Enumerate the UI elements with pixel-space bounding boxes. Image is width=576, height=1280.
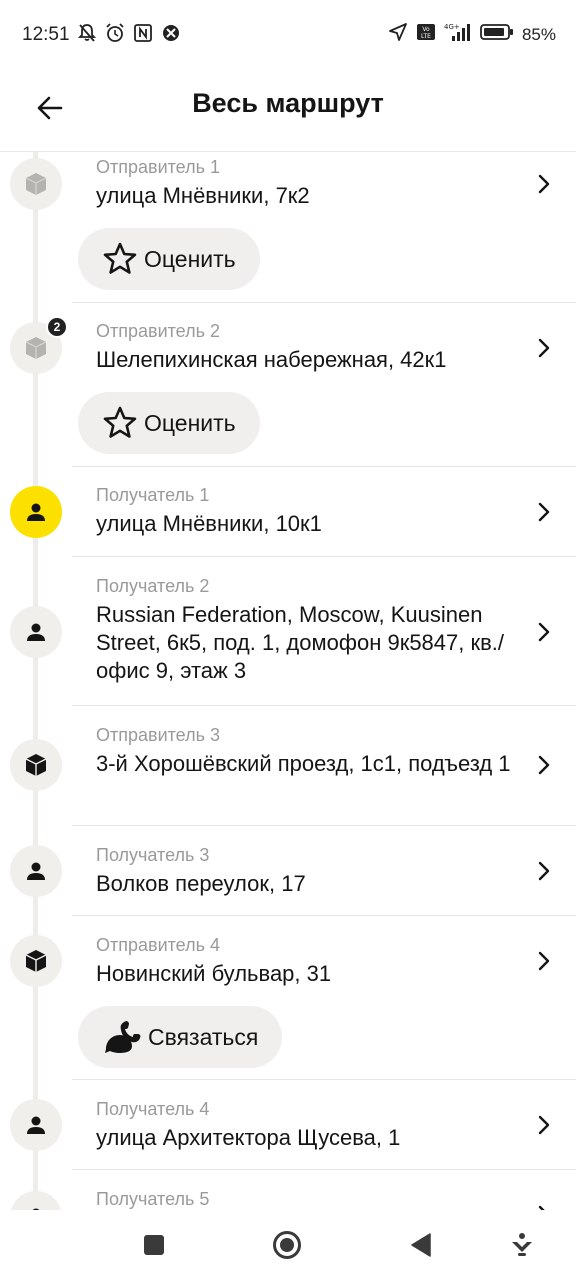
stop-address: Новинский бульвар, 31 <box>96 961 332 986</box>
person-icon <box>10 606 62 658</box>
back-triangle-icon <box>411 1233 431 1257</box>
chevron-right-icon[interactable] <box>536 502 552 522</box>
notifications-off-icon <box>76 22 98 44</box>
assistant-button[interactable] <box>507 1230 537 1260</box>
stop-label: Получатель 1 <box>96 485 210 505</box>
chevron-right-icon[interactable] <box>536 755 552 775</box>
battery-icon <box>480 23 514 46</box>
route-stop-sender-1[interactable]: Отправитель 1 улица Мнёвники, 7к2 Оценит… <box>0 152 576 303</box>
chevron-right-icon[interactable] <box>536 1115 552 1135</box>
stop-address: 3-й Хорошёвский проезд, 1с1, подъезд 1 <box>96 751 511 776</box>
route-stop-sender-3[interactable]: Отправитель 3 3-й Хорошёвский проезд, 1с… <box>0 705 576 826</box>
route-stop-receiver-5[interactable]: Получатель 5 <box>0 1169 576 1210</box>
svg-text:Vo: Vo <box>422 26 430 33</box>
route-stop-sender-2[interactable]: 2 Отправитель 2 Шелепихинская набережная… <box>0 302 576 467</box>
stop-address: Russian Federation, Moscow, Kuusinen Str… <box>96 602 505 683</box>
stop-address: улица Мнёвники, 10к1 <box>96 511 322 536</box>
stop-address: Волков переулок, 17 <box>96 871 306 896</box>
volte-icon: Vo LTE <box>416 22 436 47</box>
route-stop-receiver-1[interactable]: Получатель 1 улица Мнёвники, 10к1 <box>0 466 576 557</box>
route-stop-receiver-3[interactable]: Получатель 3 Волков переулок, 17 <box>0 825 576 916</box>
stop-label: Получатель 5 <box>96 1189 210 1209</box>
alarm-icon <box>104 22 126 44</box>
rate-button[interactable]: Оценить <box>78 392 260 454</box>
package-icon <box>10 935 62 987</box>
stop-label: Отправитель 2 <box>96 321 220 341</box>
assistant-icon <box>512 1233 532 1256</box>
stop-label: Отправитель 1 <box>96 157 220 177</box>
rate-button-label: Оценить <box>144 409 236 436</box>
stop-count-badge: 2 <box>46 316 68 338</box>
signal-icon: 4G+ <box>444 22 472 47</box>
recents-square-icon <box>144 1235 164 1255</box>
route-stop-receiver-2[interactable]: Получатель 2 Russian Federation, Moscow,… <box>0 556 576 706</box>
route-stop-sender-4[interactable]: Отправитель 4 Новинский бульвар, 31 Связ… <box>0 915 576 1080</box>
chevron-right-icon[interactable] <box>536 861 552 881</box>
stop-address: улица Мнёвники, 7к2 <box>96 183 310 208</box>
stop-label: Получатель 4 <box>96 1099 210 1119</box>
page-title: Весь маршрут <box>192 88 384 118</box>
stop-label: Отправитель 3 <box>96 725 220 745</box>
person-icon <box>10 845 62 897</box>
app-icon <box>160 22 182 44</box>
star-icon <box>103 242 137 274</box>
header: Весь маршрут <box>0 70 576 152</box>
route-stop-receiver-4[interactable]: Получатель 4 улица Архитектора Щусева, 1 <box>0 1079 576 1170</box>
system-nav-bar <box>0 1210 576 1280</box>
status-bar: 12:51 Vo LTE 4G+ 85% <box>0 0 576 70</box>
stop-label: Получатель 3 <box>96 845 210 865</box>
stop-label: Получатель 2 <box>96 576 210 596</box>
status-time: 12:51 <box>22 24 70 45</box>
contact-button[interactable]: Связаться <box>78 1006 283 1068</box>
package-icon <box>10 739 62 791</box>
home-circle-icon <box>273 1231 301 1259</box>
stop-address: улица Архитектора Щусева, 1 <box>96 1125 401 1150</box>
rate-button-label: Оценить <box>144 245 236 272</box>
star-icon <box>103 406 137 438</box>
package-icon <box>10 158 62 210</box>
person-icon <box>10 486 62 538</box>
contact-button-label: Связаться <box>148 1023 259 1050</box>
package-icon: 2 <box>10 316 68 374</box>
rate-button[interactable]: Оценить <box>78 228 260 290</box>
svg-text:4G+: 4G+ <box>444 23 460 31</box>
home-button[interactable] <box>272 1230 302 1260</box>
chevron-right-icon[interactable] <box>536 951 552 971</box>
person-icon <box>10 1099 62 1151</box>
location-arrow-icon <box>388 22 408 47</box>
person-icon <box>10 1191 62 1210</box>
battery-level: 85% <box>521 24 556 44</box>
phone-chat-icon <box>105 1021 141 1053</box>
chevron-right-icon[interactable] <box>536 174 552 194</box>
chevron-right-icon[interactable] <box>536 338 552 358</box>
recents-button[interactable] <box>139 1230 169 1260</box>
nfc-icon <box>132 22 154 44</box>
back-nav-button[interactable] <box>406 1230 436 1260</box>
svg-text:LTE: LTE <box>421 33 431 40</box>
chevron-right-icon[interactable] <box>536 622 552 642</box>
stop-address: Шелепихинская набережная, 42к1 <box>96 347 447 372</box>
route-list[interactable]: Отправитель 1 улица Мнёвники, 7к2 Оценит… <box>0 152 576 1210</box>
stop-label: Отправитель 4 <box>96 935 220 955</box>
